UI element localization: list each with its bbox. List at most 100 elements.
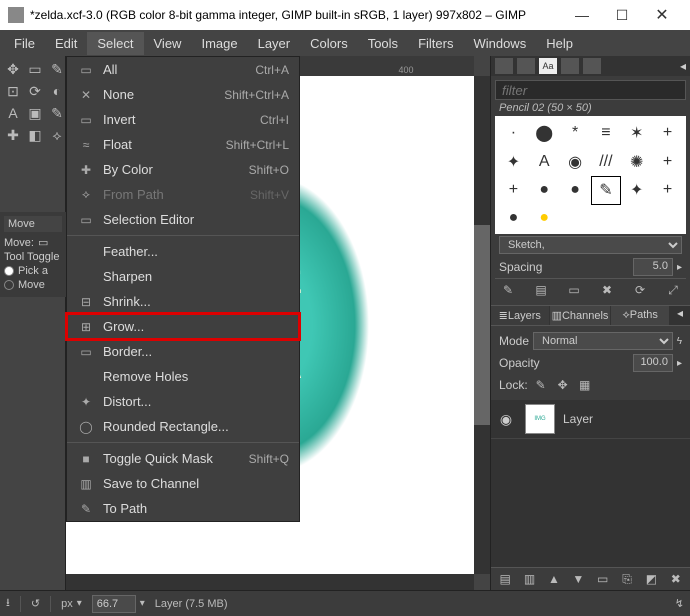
opacity-spinner-icon[interactable]: ▸ xyxy=(677,358,682,369)
new-brush-icon[interactable]: ▤ xyxy=(532,281,550,299)
menuitem-shrink[interactable]: ⊟Shrink... xyxy=(67,289,299,314)
spacing-label: Spacing xyxy=(499,260,629,274)
mask-layer-icon[interactable]: ◩ xyxy=(642,570,660,588)
lock-label: Lock: xyxy=(499,378,528,392)
brush-grid[interactable]: ·⬤*≡✶+ ✦A◉///✺+ +●●✎✦+ ●● xyxy=(495,116,686,234)
menuitem-to-path[interactable]: ✎To Path xyxy=(67,496,299,521)
crop-tool-icon[interactable]: ⊡ xyxy=(2,80,24,102)
open-brush-icon[interactable]: ⤢ xyxy=(664,281,682,299)
lock-alpha-icon[interactable]: ▦ xyxy=(576,376,594,394)
save-status-icon[interactable]: ⭳ xyxy=(6,594,10,613)
menu-filters[interactable]: Filters xyxy=(408,32,463,55)
mode-switch-icon[interactable]: ϟ xyxy=(677,336,682,347)
visibility-toggle-icon[interactable]: ◉ xyxy=(495,411,517,428)
delete-brush-icon[interactable]: ✖ xyxy=(598,281,616,299)
lock-position-icon[interactable]: ✥ xyxy=(554,376,572,394)
path-tool-icon[interactable]: ⟡ xyxy=(46,124,68,146)
menuitem-grow[interactable]: ⊞Grow... xyxy=(67,314,299,339)
eraser-tool-icon[interactable]: ◧ xyxy=(24,124,46,146)
chevron-down-icon[interactable]: ▾ xyxy=(140,598,145,609)
menu-colors[interactable]: Colors xyxy=(300,32,358,55)
undo-status-icon[interactable]: ↺ xyxy=(31,597,40,610)
menu-file[interactable]: File xyxy=(4,32,45,55)
menuitem-rounded-rect[interactable]: ◯Rounded Rectangle... xyxy=(67,414,299,439)
chevron-down-icon[interactable]: ▾ xyxy=(77,598,82,609)
menuitem-remove-holes[interactable]: Remove Holes xyxy=(67,364,299,389)
maximize-button[interactable]: ☐ xyxy=(602,0,642,30)
history-tab-icon[interactable] xyxy=(561,58,579,74)
menuitem-sharpen[interactable]: Sharpen xyxy=(67,264,299,289)
menuitem-float[interactable]: ≈FloatShift+Ctrl+L xyxy=(67,132,299,157)
edit-brush-icon[interactable]: ✎ xyxy=(499,281,517,299)
rect-select-tool-icon[interactable]: ▭ xyxy=(24,58,46,80)
clone-tool-icon[interactable]: ✚ xyxy=(2,124,24,146)
refresh-brush-icon[interactable]: ⟳ xyxy=(631,281,649,299)
radio-pick[interactable] xyxy=(4,266,14,276)
menu-select[interactable]: Select xyxy=(87,32,143,55)
layer-name[interactable]: Layer xyxy=(563,412,593,426)
menuitem-feather[interactable]: Feather... xyxy=(67,239,299,264)
bucket-tool-icon[interactable]: ▣ xyxy=(24,102,46,124)
layer-mode-icon[interactable]: ▭ xyxy=(38,236,48,249)
menuitem-invert[interactable]: ▭InvertCtrl+I xyxy=(67,107,299,132)
patterns-tab-icon[interactable] xyxy=(517,58,535,74)
vertical-scrollbar[interactable] xyxy=(474,76,490,574)
nav-icon[interactable]: ↯ xyxy=(675,597,684,610)
brush-name-label: Pencil 02 (50 × 50) xyxy=(495,100,686,116)
minimize-button[interactable]: — xyxy=(562,0,602,30)
radio-move[interactable] xyxy=(4,280,14,290)
menuitem-quick-mask[interactable]: ■Toggle Quick MaskShift+Q xyxy=(67,446,299,471)
menuitem-save-channel[interactable]: ▥Save to Channel xyxy=(67,471,299,496)
dock-menu-icon[interactable]: ◂ xyxy=(680,59,686,73)
rotate-tool-icon[interactable]: ⟳ xyxy=(24,80,46,102)
menuitem-selection-editor[interactable]: ▭Selection Editor xyxy=(67,207,299,232)
layers-dock-menu-icon[interactable]: ◂ xyxy=(670,306,690,325)
free-select-tool-icon[interactable]: ✎ xyxy=(46,58,68,80)
dup-brush-icon[interactable]: ▭ xyxy=(565,281,583,299)
spacing-value[interactable]: 5.0 xyxy=(633,258,673,276)
spacing-spinner-icon[interactable]: ▸ xyxy=(677,262,682,273)
opacity-label: Opacity xyxy=(499,356,629,370)
layers-tab[interactable]: ≣Layers xyxy=(491,306,550,325)
text-tool-icon[interactable]: A xyxy=(2,102,24,124)
new-group-icon[interactable]: ▥ xyxy=(521,570,539,588)
brush-tool-icon[interactable]: ✎ xyxy=(46,102,68,124)
new-layer-icon[interactable]: ▤ xyxy=(496,570,514,588)
menuitem-border[interactable]: ▭Border... xyxy=(67,339,299,364)
merge-layer-icon[interactable]: ⎘ xyxy=(618,570,636,588)
horizontal-scrollbar[interactable] xyxy=(66,574,474,590)
move-tool-icon[interactable]: ✥ xyxy=(2,58,24,80)
menu-windows[interactable]: Windows xyxy=(463,32,536,55)
select-dropdown: ▭AllCtrl+A ✕NoneShift+Ctrl+A ▭InvertCtrl… xyxy=(66,56,300,522)
lower-layer-icon[interactable]: ▼ xyxy=(569,570,587,588)
channels-tab[interactable]: ▥Channels xyxy=(550,306,612,325)
menu-tools[interactable]: Tools xyxy=(358,32,408,55)
brush-category-select[interactable]: Sketch, xyxy=(499,236,682,254)
layer-row[interactable]: ◉ IMG Layer xyxy=(491,400,690,439)
unit-select[interactable]: px xyxy=(61,598,73,610)
menuitem-by-color[interactable]: ✚By ColorShift+O xyxy=(67,157,299,182)
menu-edit[interactable]: Edit xyxy=(45,32,87,55)
brush-filter-input[interactable] xyxy=(495,80,686,100)
doc-tab-icon[interactable] xyxy=(583,58,601,74)
menu-help[interactable]: Help xyxy=(536,32,583,55)
menuitem-all[interactable]: ▭AllCtrl+A xyxy=(67,57,299,82)
menuitem-none[interactable]: ✕NoneShift+Ctrl+A xyxy=(67,82,299,107)
dup-layer-icon[interactable]: ▭ xyxy=(594,570,612,588)
menu-layer[interactable]: Layer xyxy=(248,32,301,55)
menu-view[interactable]: View xyxy=(144,32,192,55)
menuitem-distort[interactable]: ✦Distort... xyxy=(67,389,299,414)
lock-pixels-icon[interactable]: ✎ xyxy=(532,376,550,394)
raise-layer-icon[interactable]: ▲ xyxy=(545,570,563,588)
menu-image[interactable]: Image xyxy=(191,32,247,55)
delete-layer-icon[interactable]: ✖ xyxy=(667,570,685,588)
dock-tabs: Aa ◂ xyxy=(491,56,690,76)
opacity-value[interactable]: 100.0 xyxy=(633,354,673,372)
blend-mode-select[interactable]: Normal xyxy=(533,332,673,350)
close-button[interactable]: ✕ xyxy=(642,0,682,30)
warp-tool-icon[interactable]: ◐ xyxy=(46,80,68,102)
paths-tab[interactable]: ⟡Paths xyxy=(611,306,670,325)
fonts-tab-icon[interactable]: Aa xyxy=(539,58,557,74)
brushes-tab-icon[interactable] xyxy=(495,58,513,74)
zoom-input[interactable] xyxy=(92,595,136,613)
